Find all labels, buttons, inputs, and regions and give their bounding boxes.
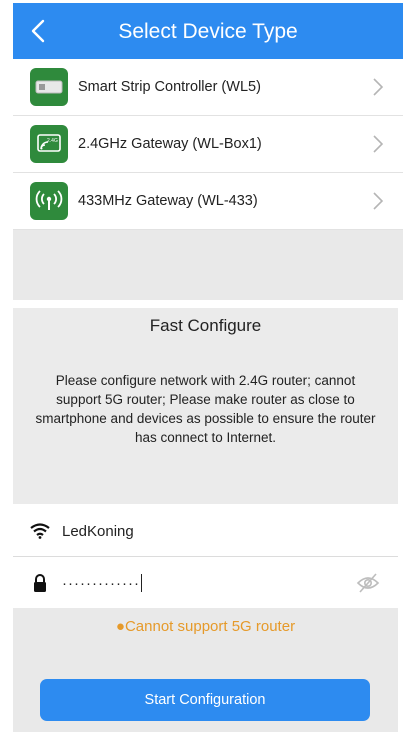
chevron-right-icon: [373, 192, 384, 210]
wifi-ssid-value: LedKoning: [62, 522, 134, 540]
wifi-password-field[interactable]: ·············: [13, 558, 398, 608]
bottom-panel: ●Cannot support 5G router Start Configur…: [13, 608, 398, 732]
svg-text:2.4G: 2.4G: [47, 138, 58, 144]
spacer-band: [13, 230, 403, 300]
device-label: Smart Strip Controller (WL5): [78, 79, 261, 95]
device-item-wl5[interactable]: Smart Strip Controller (WL5): [13, 59, 403, 116]
chevron-right-icon: [373, 78, 384, 96]
strip-controller-icon: [30, 68, 68, 106]
chevron-right-icon: [373, 135, 384, 153]
wifi-icon: [30, 521, 50, 541]
start-configuration-button[interactable]: Start Configuration: [40, 679, 370, 721]
warning-text: ●Cannot support 5G router: [115, 618, 296, 635]
fast-configure-panel: Fast Configure Please configure network …: [13, 308, 398, 504]
device-label: 433MHz Gateway (WL-433): [78, 193, 258, 209]
device-item-wl-box1[interactable]: 2.4G 2.4GHz Gateway (WL-Box1): [13, 116, 403, 173]
page-title: Select Device Type: [118, 20, 298, 43]
text-caret: [140, 574, 142, 592]
device-type-list: Smart Strip Controller (WL5) 2.4G 2.4GHz…: [13, 59, 403, 230]
gateway-24ghz-icon: 2.4G: [30, 125, 68, 163]
password-mask: ·············: [62, 574, 140, 592]
gateway-433-icon: [30, 182, 68, 220]
header-bar: Select Device Type: [13, 3, 403, 59]
wifi-password-input[interactable]: ·············: [62, 574, 142, 592]
wifi-ssid-field[interactable]: LedKoning: [13, 506, 398, 557]
fast-configure-title: Fast Configure: [149, 316, 262, 335]
fast-configure-description: Please configure network with 2.4G route…: [35, 373, 376, 445]
device-item-wl-433[interactable]: 433MHz Gateway (WL-433): [13, 173, 403, 230]
lock-icon: [30, 573, 50, 593]
eye-off-icon[interactable]: [356, 572, 380, 594]
device-label: 2.4GHz Gateway (WL-Box1): [78, 136, 262, 152]
